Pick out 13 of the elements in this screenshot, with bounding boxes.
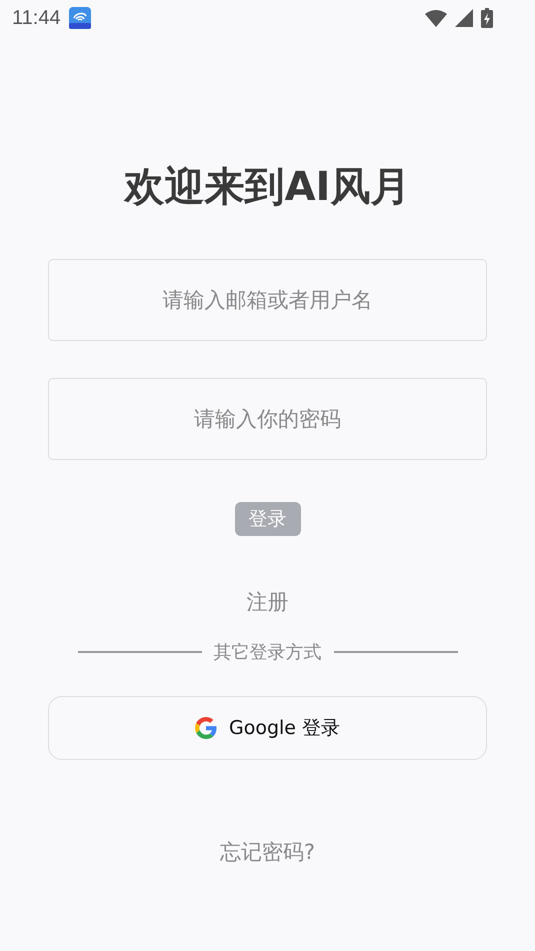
battery-icon — [481, 8, 493, 28]
register-link[interactable]: 注册 — [246, 588, 288, 616]
status-time: 11:44 — [12, 6, 61, 30]
input-field[interactable]: 请输入邮箱或者用户名 — [48, 259, 487, 341]
page-title: 欢迎来到AI风月 — [124, 163, 410, 212]
google-icon — [194, 717, 217, 739]
app-notification-icon — [68, 7, 91, 29]
wifi-icon — [425, 9, 447, 27]
input-field[interactable]: 请输入你的密码 — [48, 378, 487, 460]
forgot-password-link[interactable]: 忘记密码? — [220, 838, 316, 866]
divider-label: 其它登录方式 — [214, 641, 322, 664]
signal-icon — [455, 9, 473, 27]
google-login-button[interactable]: Google 登录 — [48, 696, 487, 760]
